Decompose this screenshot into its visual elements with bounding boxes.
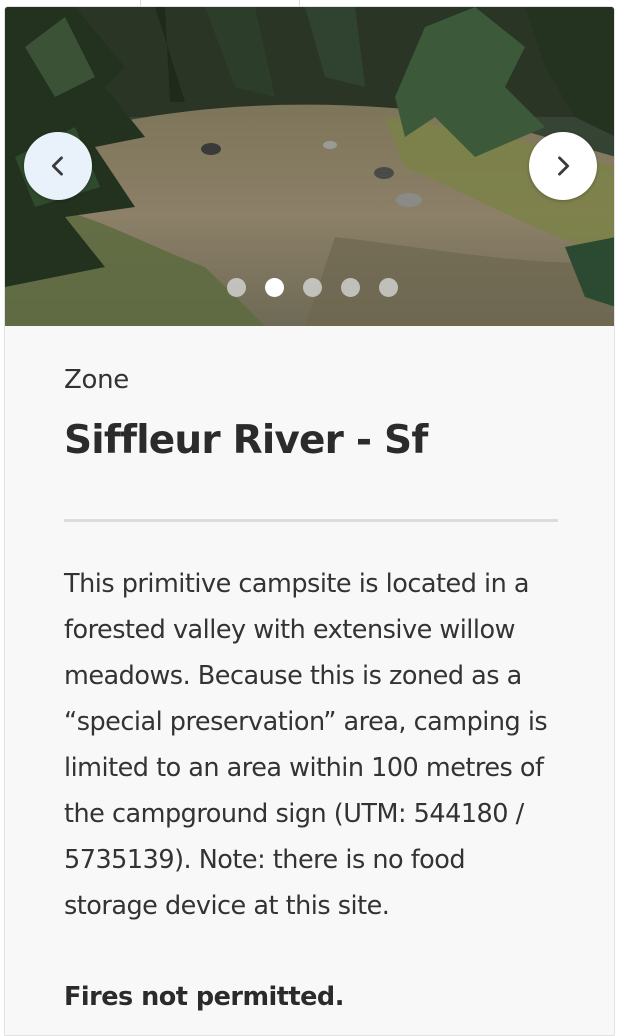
carousel-indicators <box>5 278 614 298</box>
photo-carousel[interactable] <box>5 7 614 326</box>
slide-indicator-1[interactable] <box>227 278 246 297</box>
slide-indicator-2[interactable] <box>265 278 284 297</box>
slide-indicator-3[interactable] <box>303 278 322 297</box>
zone-header: Zone Siffleur River - Sf <box>64 367 564 460</box>
zone-title: Siffleur River - Sf <box>64 418 428 463</box>
slide-indicator-5[interactable] <box>379 278 398 297</box>
divider <box>64 519 558 522</box>
next-slide-button[interactable] <box>529 132 597 200</box>
campsite-card: Zone Siffleur River - Sf This primitive … <box>4 6 615 1036</box>
chevron-right-icon <box>558 156 570 176</box>
previous-slide-button[interactable] <box>24 132 92 200</box>
zone-label: Zone <box>64 365 129 395</box>
campsite-description: This primitive campsite is located in a … <box>64 569 548 921</box>
slide-indicator-4[interactable] <box>341 278 360 297</box>
fire-restriction-note: Fires not permitted. <box>64 982 344 1012</box>
chevron-left-icon <box>51 156 63 176</box>
